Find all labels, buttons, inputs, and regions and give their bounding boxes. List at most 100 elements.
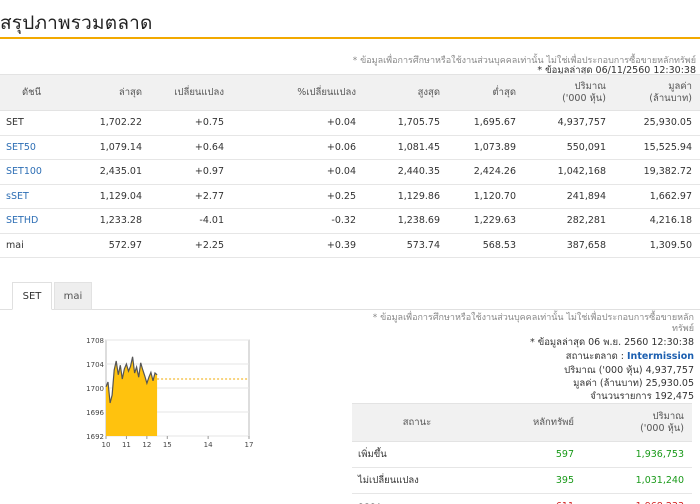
intraday-chart: 1708 1704 1700 1696 1692 10 11 12 15 14 17 (86, 337, 254, 449)
x-tick-label: 15 (163, 441, 172, 449)
tab-mai[interactable]: mai (54, 282, 92, 310)
last-price: 1,129.04 (62, 184, 150, 209)
summary-volume: 1,968,233 (582, 493, 692, 504)
last-price: 572.97 (62, 233, 150, 258)
securities-count: 611 (482, 493, 582, 504)
x-tick-label: 12 (142, 441, 151, 449)
market-row-set50[interactable]: SET50 1,079.14 +0.64 +0.06 1,081.45 1,073.89 5… (0, 135, 700, 160)
volume: 282,281 (524, 208, 614, 234)
index-name: mai (0, 233, 62, 258)
x-tick-label: 14 (204, 441, 213, 449)
low: 1,073.89 (448, 135, 524, 160)
volume: 4,937,757 (524, 110, 614, 136)
status-name: เพิ่มขึ้น (352, 441, 482, 468)
volume: 241,894 (524, 184, 614, 209)
col-volume: ปริมาณ ('000 หุ้น) (524, 74, 614, 111)
volume: 387,658 (524, 233, 614, 258)
col-value: มูลค่า (ล้านบาท) (614, 74, 700, 111)
advance-decline-table: สถานะ หลักทรัพย์ ปริมาณ ('000 หุ้น) เพิ่… (352, 403, 692, 504)
index-name[interactable]: SET50 (0, 135, 62, 160)
page-title: สรุปภาพรวมตลาด (0, 12, 153, 34)
x-tick-label: 11 (122, 441, 131, 449)
value: 25,930.05 (614, 110, 700, 136)
change: +0.97 (150, 159, 232, 185)
market-status: สถานะตลาด : Intermission (566, 349, 694, 364)
securities-count: 395 (482, 467, 582, 494)
col-low: ต่ำสุด (448, 74, 524, 111)
chart-y-ticks: 1708 1704 1700 1696 1692 (86, 337, 104, 441)
y-tick-label: 1708 (86, 337, 104, 345)
y-tick-label: 1696 (86, 409, 104, 417)
info-disclaimer-line1: * ข้อมูลเพื่อการศึกษาหรือใช้งานส่วนบุคคล… (372, 313, 694, 323)
market-row-sethd[interactable]: SETHD 1,233.28 -4.01 -0.32 1,238.69 1,229.63 2… (0, 208, 700, 234)
status-name: ลดลง (352, 493, 482, 504)
chart-x-ticks: 10 11 12 15 14 17 (102, 441, 254, 449)
summary-row: ไม่เปลี่ยนแปลง 395 1,031,240 (352, 467, 692, 494)
low: 2,424.26 (448, 159, 524, 185)
pct-change: +0.06 (232, 135, 364, 160)
y-tick-label: 1700 (86, 385, 104, 393)
col-change: เปลี่ยนแปลง (150, 74, 232, 111)
index-name[interactable]: SETHD (0, 208, 62, 234)
index-tabs: SET mai (0, 282, 700, 310)
index-name: SET (0, 110, 62, 136)
value: 19,382.72 (614, 159, 700, 185)
market-row-set100[interactable]: SET100 2,435.01 +0.97 +0.04 2,440.35 2,424.26… (0, 159, 700, 185)
col-pct-change: %เปลี่ยนแปลง (232, 74, 364, 111)
col-index: ดัชนี (0, 74, 62, 111)
low: 568.53 (448, 233, 524, 258)
change: +0.75 (150, 110, 232, 136)
info-last-update: * ข้อมูลล่าสุด 06 พ.ย. 2560 12:30:38 (529, 337, 694, 348)
pct-change: +0.39 (232, 233, 364, 258)
high: 573.74 (364, 233, 448, 258)
securities-count: 597 (482, 441, 582, 468)
value: 1,662.97 (614, 184, 700, 209)
y-tick-label: 1692 (86, 433, 104, 441)
high: 1,129.86 (364, 184, 448, 209)
last-price: 1,233.28 (62, 208, 150, 234)
pct-change: +0.04 (232, 110, 364, 136)
high: 2,440.35 (364, 159, 448, 185)
col-securities: หลักทรัพย์ (482, 403, 582, 442)
market-header-row: ดัชนี ล่าสุด เปลี่ยนแปลง %เปลี่ยนแปลง สู… (0, 74, 700, 111)
status-name: ไม่เปลี่ยนแปลง (352, 467, 482, 494)
change: +0.64 (150, 135, 232, 160)
col-status: สถานะ (352, 403, 482, 442)
summary-row: ลดลง6111,968,233 (352, 493, 692, 504)
x-tick-label: 10 (102, 441, 111, 449)
value: 1,309.50 (614, 233, 700, 258)
col-last: ล่าสุด (62, 74, 150, 111)
low: 1,695.67 (448, 110, 524, 136)
market-status-value: Intermission (627, 351, 694, 362)
y-tick-label: 1704 (86, 361, 104, 369)
info-trades: จำนวนรายการ 192,475 (590, 391, 694, 402)
last-price: 1,079.14 (62, 135, 150, 160)
change: +2.25 (150, 233, 232, 258)
value: 15,525.94 (614, 135, 700, 160)
x-tick-label: 17 (245, 441, 254, 449)
tab-set[interactable]: SET (12, 282, 52, 310)
market-row-set[interactable]: SET 1,702.22 +0.75 +0.04 1,705.75 1,695.67 4,9… (0, 110, 700, 136)
market-row-sset[interactable]: sSET 1,129.04 +2.77 +0.25 1,129.86 1,120.70 24… (0, 184, 700, 209)
summary-volume: 1,031,240 (582, 467, 692, 494)
market-summary-table: ดัชนี ล่าสุด เปลี่ยนแปลง %เปลี่ยนแปลง สู… (0, 74, 700, 258)
low: 1,229.63 (448, 208, 524, 234)
title-divider (0, 37, 700, 39)
col-summary-volume: ปริมาณ ('000 หุ้น) (582, 403, 692, 442)
change: +2.77 (150, 184, 232, 209)
summary-header-row: สถานะ หลักทรัพย์ ปริมาณ ('000 หุ้น) (352, 403, 692, 442)
index-name[interactable]: sSET (0, 184, 62, 209)
value: 4,216.18 (614, 208, 700, 234)
high: 1,081.45 (364, 135, 448, 160)
pct-change: -0.32 (232, 208, 364, 234)
high: 1,238.69 (364, 208, 448, 234)
index-name[interactable]: SET100 (0, 159, 62, 185)
market-row-mai[interactable]: mai 572.97 +2.25 +0.39 573.74 568.53 387,658 1,… (0, 233, 700, 258)
last-price: 1,702.22 (62, 110, 150, 136)
volume: 550,091 (524, 135, 614, 160)
col-high: สูงสุด (364, 74, 448, 111)
summary-row: เพิ่มขึ้น 597 1,936,753 (352, 441, 692, 468)
market-status-label: สถานะตลาด : (565, 351, 624, 362)
high: 1,705.75 (364, 110, 448, 136)
change: -4.01 (150, 208, 232, 234)
